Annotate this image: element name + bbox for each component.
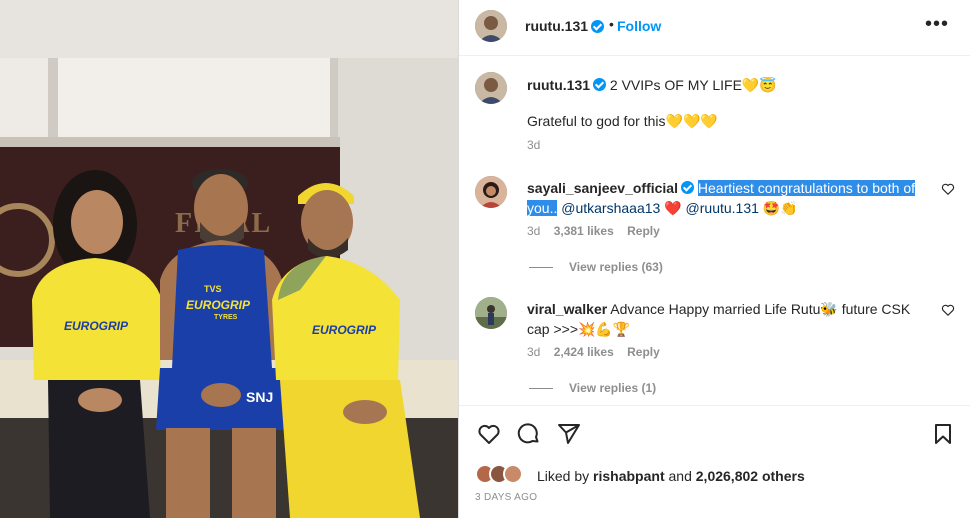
commenter-avatar[interactable] xyxy=(475,297,507,329)
post-header: ruutu.131 • Follow ••• xyxy=(459,0,970,56)
comment-emoji: 🤩👏 xyxy=(758,200,798,216)
view-replies-button[interactable]: View replies (63) xyxy=(529,260,663,274)
header-separator: • xyxy=(609,16,614,32)
posted-time[interactable]: 3 DAYS AGO xyxy=(475,492,537,503)
post-photo: FINAL EUROGRIP TVS EUROGRIP TYRES SNJ xyxy=(0,0,458,518)
post-actions: Liked by rishabpant and 2,026,802 others… xyxy=(459,405,970,518)
comment-body: viral_walker Advance Happy married Life … xyxy=(527,299,927,339)
liked-by-text: Liked by rishabpant and 2,026,802 others xyxy=(537,468,805,484)
mention-link[interactable]: @utkarshaaa13 xyxy=(561,200,660,216)
jersey-brand-center: TVS xyxy=(204,284,222,294)
comment-meta: 3d 2,424 likes Reply xyxy=(527,345,670,359)
comment-time[interactable]: 3d xyxy=(527,224,540,238)
like-heart-icon[interactable] xyxy=(477,422,501,446)
heart-icon[interactable] xyxy=(941,303,955,317)
caption-time[interactable]: 3d xyxy=(527,138,540,152)
jersey-tag-center: SNJ xyxy=(246,389,273,405)
comment-emoji: ❤️ xyxy=(660,200,686,216)
comment-icon[interactable] xyxy=(517,422,541,446)
caption-line-1: ruutu.131 2 VVIPs OF MY LIFE💛😇 xyxy=(527,77,777,94)
comment-meta: 3d 3,381 likes Reply xyxy=(527,224,670,238)
mention-link[interactable]: @ruutu.131 xyxy=(686,200,759,216)
likes-count[interactable]: 2,026,802 others xyxy=(696,468,805,484)
bookmark-icon[interactable] xyxy=(931,422,955,446)
comment-body: sayali_sanjeev_official Heartiest congra… xyxy=(527,178,927,218)
avatar-image xyxy=(475,10,507,42)
commenter-avatar[interactable] xyxy=(475,176,507,208)
avatar-image xyxy=(475,297,507,329)
heart-icon[interactable] xyxy=(941,182,955,196)
jersey-sponsor-right: EUROGRIP xyxy=(312,323,377,337)
liker-avatar xyxy=(503,464,523,484)
verified-badge-icon xyxy=(593,78,607,91)
view-replies-button[interactable]: View replies (1) xyxy=(529,381,656,395)
post-detail-panel: ruutu.131 • Follow ••• ruutu.131 2 VVIPs… xyxy=(458,0,970,518)
comment-likes[interactable]: 2,424 likes xyxy=(554,345,614,359)
follow-button[interactable]: Follow xyxy=(617,18,661,34)
post-photo-illustration: FINAL EUROGRIP TVS EUROGRIP TYRES SNJ xyxy=(0,0,458,518)
jersey-sponsor-left: EUROGRIP xyxy=(64,319,129,333)
author-username[interactable]: ruutu.131 xyxy=(525,18,588,34)
verified-badge-icon xyxy=(681,181,694,194)
caption-line-2: Grateful to god for this💛💛💛 xyxy=(527,113,718,129)
more-options-icon[interactable]: ••• xyxy=(925,14,949,34)
caption-text: 2 VVIPs OF MY LIFE💛😇 xyxy=(606,77,777,93)
share-icon[interactable] xyxy=(557,422,581,446)
caption-username[interactable]: ruutu.131 xyxy=(527,77,590,93)
liked-by-prefix: Liked by xyxy=(537,468,594,484)
liked-by-suffix: and xyxy=(664,468,696,484)
verified-badge-icon xyxy=(591,20,604,33)
avatar-image xyxy=(475,176,507,208)
jersey-sponsor-sub-center: TYRES xyxy=(214,314,238,321)
comment-time[interactable]: 3d xyxy=(527,345,540,359)
author-avatar[interactable] xyxy=(475,10,507,42)
comment-username[interactable]: sayali_sanjeev_official xyxy=(527,180,678,196)
reply-button[interactable]: Reply xyxy=(627,345,660,359)
caption-avatar[interactable] xyxy=(475,72,507,104)
avatar-image xyxy=(475,72,507,104)
liked-by-user[interactable]: rishabpant xyxy=(593,468,665,484)
comment-username[interactable]: viral_walker xyxy=(527,301,607,317)
jersey-sponsor-center: EUROGRIP xyxy=(186,298,251,312)
reply-button[interactable]: Reply xyxy=(627,224,660,238)
comment-likes[interactable]: 3,381 likes xyxy=(554,224,614,238)
